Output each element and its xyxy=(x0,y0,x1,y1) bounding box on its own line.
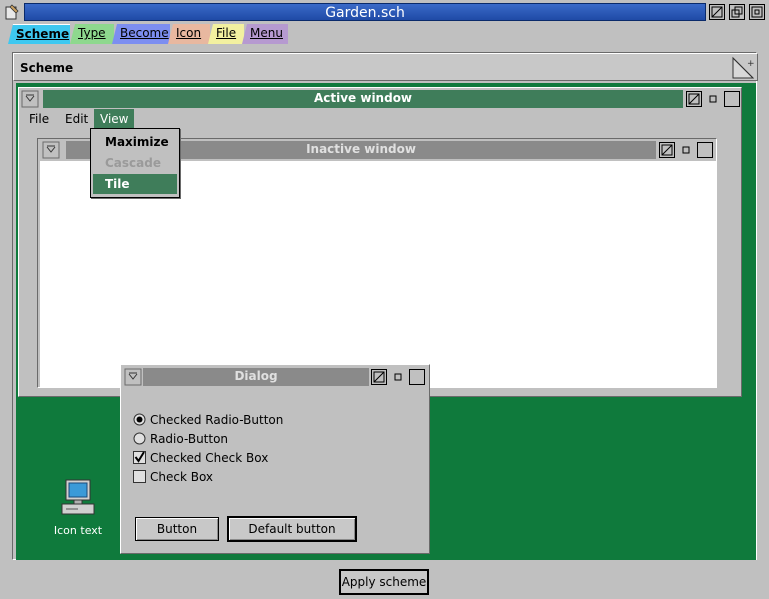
radio-unchecked-icon xyxy=(133,432,146,445)
page-corner-icon[interactable]: + xyxy=(731,56,755,80)
button-label: Apply scheme xyxy=(341,575,427,589)
menu-item-maximize[interactable]: Maximize xyxy=(93,132,177,152)
scheme-header: Scheme + xyxy=(13,53,758,81)
iconify-button[interactable] xyxy=(686,91,702,107)
button-label: Button xyxy=(156,522,198,536)
checkbox-checked-icon xyxy=(133,451,146,464)
icon-label: Icon text xyxy=(53,524,103,537)
bottom-bar: Apply scheme xyxy=(0,566,769,599)
tab-label: Become xyxy=(120,26,169,40)
tab-menu[interactable]: Menu xyxy=(242,24,288,44)
menu-item-label: Cascade xyxy=(105,156,161,170)
resize-button[interactable] xyxy=(678,142,694,158)
scheme-label: Scheme xyxy=(20,61,74,75)
svg-text:+: + xyxy=(747,59,755,69)
maximize-button[interactable] xyxy=(724,91,740,107)
tab-label: Scheme xyxy=(16,27,70,41)
menu-item-tile[interactable]: Tile xyxy=(93,174,177,194)
dialog-title[interactable]: Dialog xyxy=(143,368,369,386)
option-label: Radio-Button xyxy=(150,432,229,446)
app-icon[interactable] xyxy=(3,3,21,21)
view-menu-dropdown: Maximize Cascade Tile xyxy=(90,128,180,198)
menu-label: Edit xyxy=(65,112,89,126)
active-window-title[interactable]: Active window xyxy=(43,90,683,108)
maximize-button[interactable] xyxy=(749,4,765,20)
computer-icon xyxy=(61,479,95,515)
checkbox-unchecked-icon xyxy=(133,470,146,483)
tab-become[interactable]: Become xyxy=(112,24,170,44)
menubar: File Edit View xyxy=(21,108,741,130)
menu-file[interactable]: File xyxy=(23,109,55,129)
tab-file[interactable]: File xyxy=(208,24,244,44)
tab-type[interactable]: Type xyxy=(70,24,114,44)
tab-icon[interactable]: Icon xyxy=(168,24,210,44)
menu-item-label: Tile xyxy=(105,177,130,191)
dialog-window: Dialog Checked Radio-Button Radio-Button… xyxy=(120,364,430,554)
tab-label: Menu xyxy=(250,26,283,40)
window-title[interactable]: Garden.sch xyxy=(24,3,706,21)
radio-checked-icon xyxy=(133,413,146,426)
resize-button[interactable] xyxy=(705,91,721,107)
iconify-button[interactable] xyxy=(371,369,387,385)
plain-button[interactable]: Button xyxy=(135,517,219,541)
window-menu-icon[interactable] xyxy=(21,90,39,108)
main-titlebar: Garden.sch xyxy=(0,0,769,24)
menu-label: File xyxy=(29,112,50,126)
maximize-button[interactable] xyxy=(409,369,425,385)
menu-label: View xyxy=(100,112,129,126)
button-label: Default button xyxy=(248,522,336,536)
default-button[interactable]: Default button xyxy=(227,516,357,542)
menu-view[interactable]: View xyxy=(94,109,135,129)
tab-scheme[interactable]: Scheme xyxy=(8,24,70,44)
window-menu-icon[interactable] xyxy=(42,141,60,159)
maximize-button[interactable] xyxy=(697,142,713,158)
apply-scheme-button[interactable]: Apply scheme xyxy=(339,569,429,595)
tab-bar: Scheme Type Become Icon File Menu xyxy=(8,24,308,44)
tab-label: Icon xyxy=(176,26,202,40)
menu-edit[interactable]: Edit xyxy=(59,109,94,129)
iconify-button[interactable] xyxy=(709,4,725,20)
option-label: Checked Check Box xyxy=(150,451,269,465)
menu-item-label: Maximize xyxy=(105,135,169,149)
desktop-icon[interactable]: Icon text xyxy=(46,476,110,542)
iconify-button[interactable] xyxy=(659,142,675,158)
resize-button[interactable] xyxy=(390,369,406,385)
option-label: Check Box xyxy=(150,470,214,484)
option-label: Checked Radio-Button xyxy=(150,413,284,427)
resize-button[interactable] xyxy=(729,4,745,20)
tab-label: File xyxy=(216,26,237,40)
window-menu-icon[interactable] xyxy=(124,368,142,386)
menu-item-cascade: Cascade xyxy=(93,153,177,173)
tab-label: Type xyxy=(78,26,106,40)
